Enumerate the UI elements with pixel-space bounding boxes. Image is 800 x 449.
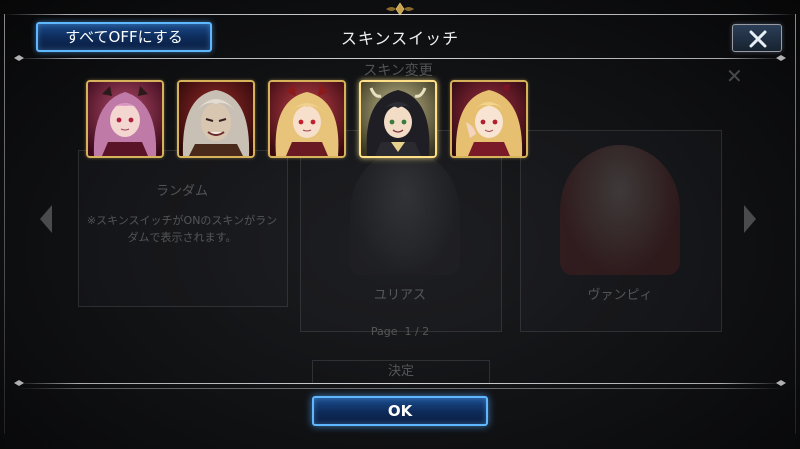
background-page-label: Page [370,325,398,338]
divider-ornament-left-icon [14,55,24,61]
skin-icon-2[interactable] [177,80,255,158]
ok-button[interactable]: OK [312,396,488,426]
background-julius-portrait [350,150,460,275]
background-random-label: ランダム [155,184,208,199]
character-portrait-blonde-twintails-icon [452,82,526,156]
close-button[interactable] [732,24,782,52]
background-next-arrow-icon [744,205,756,233]
background-page-indicator: Page 1 / 2 [340,325,460,338]
all-off-button[interactable]: すべてOFFにする [36,22,212,52]
character-portrait-silver-hair-icon [179,82,253,156]
skin-icon-list [86,80,546,160]
divider-ornament-right-icon [776,55,786,61]
footer-divider-shadow [16,388,784,389]
dialog-frame-right [795,14,796,434]
skin-icon-4[interactable] [359,80,437,158]
footer-divider [16,383,784,384]
close-icon [749,30,767,48]
character-portrait-blonde-hair-icon [270,82,344,156]
footer-ornament-right-icon [776,380,786,386]
background-prev-arrow-icon [40,205,52,233]
background-vampy-label: ヴァンピィ [587,288,653,303]
skin-icon-3[interactable] [268,80,346,158]
skin-icon-5[interactable] [450,80,528,158]
character-portrait-pink-hair-icon [88,82,162,156]
background-title: スキン変更 [363,63,433,79]
dialog-frame-left [4,14,5,434]
character-portrait-dark-hair-icon [361,82,435,156]
dialog-title: スキンスイッチ [340,29,460,48]
background-page-value: 1 / 2 [404,325,430,338]
crest-ornament-icon [386,2,414,16]
background-screen: スキン変更 ✕ ランダム ※スキンスイッチがONのスキンがランダムで表示されます… [0,0,800,449]
background-decide-button: 決定 [312,360,490,384]
background-random-description: ※スキンスイッチがONのスキンがランダムで表示されます。 [86,214,278,244]
header-divider [16,58,784,59]
skin-icon-1[interactable] [86,80,164,158]
background-julius-label: ユリアス [373,288,426,303]
footer-ornament-left-icon [14,380,24,386]
skin-switch-screen: スキン変更 ✕ ランダム ※スキンスイッチがONのスキンがランダムで表示されます… [0,0,800,449]
background-close-icon: ✕ [726,64,743,88]
background-vampy-portrait [560,145,680,275]
